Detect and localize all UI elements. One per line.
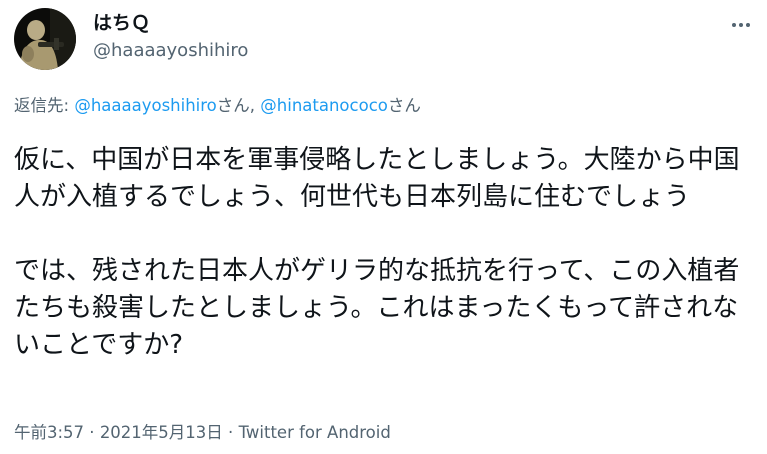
meta-separator: · <box>84 423 100 442</box>
display-name[interactable]: はちＱ <box>93 11 150 35</box>
reply-suffix: さん <box>387 96 421 115</box>
tweet-text: 仮に、中国が日本を軍事侵略したとしましょう。大陸から中国人が入植するでしょう、何… <box>14 145 740 360</box>
more-options-button[interactable] <box>729 13 753 37</box>
tweet: はちＱ @haaaayoshihiro 返信先: @haaaayoshihiro… <box>0 0 767 454</box>
user-handle[interactable]: @haaaayoshihiro <box>93 39 248 63</box>
reply-context: 返信先: @haaaayoshihiroさん, @hinatanococoさん <box>14 95 421 117</box>
meta-separator: · <box>222 423 239 442</box>
reply-prefix: 返信先: <box>14 96 75 115</box>
avatar[interactable] <box>14 8 76 70</box>
reply-suffix: さん, <box>216 96 261 115</box>
more-options-icon <box>732 23 750 27</box>
tweet-source[interactable]: Twitter for Android <box>239 423 391 442</box>
profile-photo-icon <box>14 8 76 70</box>
tweet-date[interactable]: 2021年5月13日 <box>100 423 223 442</box>
reply-mention-haaaayoshihiro[interactable]: @haaaayoshihiro <box>74 96 216 115</box>
tweet-metadata: 午前3:57 · 2021年5月13日 · Twitter for Androi… <box>14 422 391 444</box>
reply-mention-hinatanococo[interactable]: @hinatanococo <box>260 96 388 115</box>
tweet-time[interactable]: 午前3:57 <box>14 423 84 442</box>
